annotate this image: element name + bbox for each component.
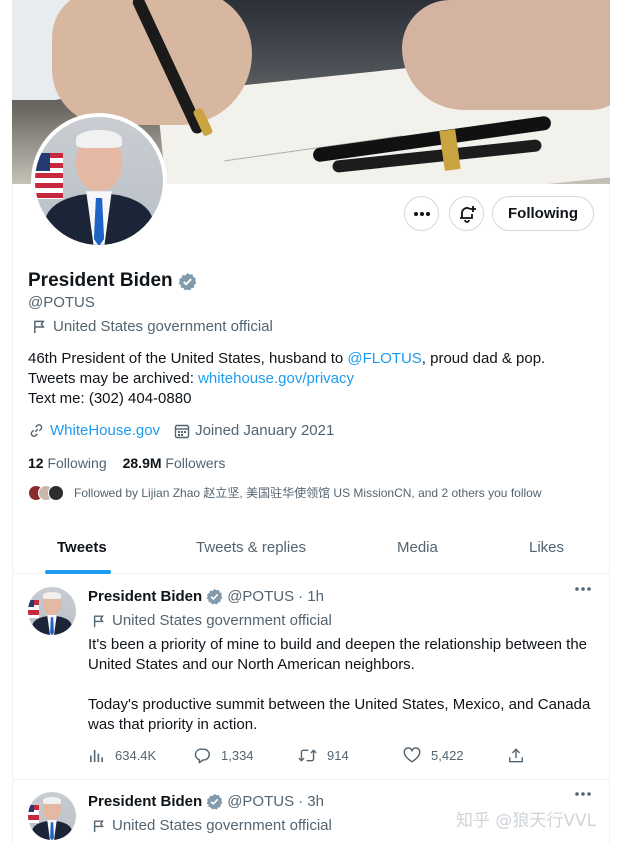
followed-by-text: Followed by Lijian Zhao 赵立坚, 美国驻华使领馆 US … [74,486,542,500]
joined-date: Joined January 2021 [195,422,335,439]
government-label-text: United States government official [53,318,273,335]
privacy-link[interactable]: whitehouse.gov/privacy [198,370,354,387]
tweet-author-handle[interactable]: @POTUS [227,588,294,605]
tab-tweets-replies[interactable]: Tweets & replies [196,520,306,574]
flag-icon [93,819,104,832]
profile-name-text: President Biden [28,270,173,291]
profile-handle: @POTUS [28,294,95,311]
notifications-bell-button[interactable] [449,196,484,231]
government-label[interactable]: United States government official [32,318,273,335]
tweet-more-button[interactable] [574,586,592,592]
tweet-avatar[interactable] [28,792,76,840]
verified-badge-icon [206,588,223,605]
profile-avatar[interactable] [31,113,167,249]
profile-tabs: Tweets Tweets & replies Media Likes [12,520,610,574]
share-icon [509,748,523,763]
tweet-text: It's been a priority of mine to build an… [88,635,600,735]
followed-by-row[interactable]: Followed by Lijian Zhao 赵立坚, 美国驻华使领馆 US … [28,484,542,501]
bio-text-3: Text me: (302) 404-0880 [28,390,192,407]
follow-stats: 12 Following 28.9M Followers [28,455,225,471]
tweet-government-label-text: United States government official [112,817,332,834]
bio-text-1b: , proud dad & pop. [421,350,546,367]
following-label: Following [47,455,107,471]
tweet-avatar[interactable] [28,587,76,635]
tweet-header: President Biden @POTUS · 1h [88,588,324,605]
followers-label: Followers [165,455,226,471]
profile-bio: 46th President of the United States, hus… [28,349,588,409]
bio-text-2: Tweets may be archived: [28,370,199,387]
following-count: 12 [28,455,44,471]
profile-name: President Biden [28,270,197,292]
following-button[interactable]: Following [492,196,594,231]
reply-icon [194,748,210,764]
tweet-author-name[interactable]: President Biden [88,588,202,605]
calendar-icon [174,424,190,438]
more-dots-icon [575,587,591,591]
tweet-actions: 634.4K 1,334 914 5,422 [88,747,548,764]
verified-badge-icon [206,793,223,810]
reply-button[interactable]: 1,334 [193,747,298,764]
bio-text-1: 46th President of the United States, hus… [28,350,348,367]
retweet-icon [298,749,317,762]
tweet-paragraph-2: Today's productive summit between the Un… [88,696,591,733]
tweet-author-name[interactable]: President Biden [88,793,202,810]
tweet-paragraph-1: It's been a priority of mine to build an… [88,636,588,673]
views-button[interactable]: 634.4K [88,747,193,764]
followers-you-know-avatars [28,484,64,501]
following-count-link[interactable]: 12 Following [28,455,107,471]
tweet-more-button[interactable] [574,791,592,797]
flag-icon [34,320,45,334]
views-count: 634.4K [115,748,157,763]
active-tab-indicator [45,570,111,574]
tweet-government-label-text: United States government official [112,612,332,629]
followers-count: 28.9M [122,455,162,471]
retweet-count: 914 [327,748,349,763]
bell-plus-icon [459,205,476,223]
tweet-government-label[interactable]: United States government official [92,817,332,834]
reply-count: 1,334 [221,748,254,763]
verified-badge-icon [178,272,196,290]
tab-likes[interactable]: Likes [529,520,564,574]
tweet-author-handle[interactable]: @POTUS [227,793,294,810]
like-count: 5,422 [431,748,464,763]
like-button[interactable]: 5,422 [403,747,508,764]
more-options-button[interactable] [404,196,439,231]
link-icon [30,424,43,437]
tweet-government-label[interactable]: United States government official [92,612,332,629]
profile-meta: WhiteHouse.gov Joined January 2021 [28,422,334,439]
tab-media[interactable]: Media [397,520,438,574]
tweet[interactable]: President Biden @POTUS · 1h United State… [12,575,610,780]
more-dots-icon [413,211,430,216]
tweet-timestamp[interactable]: · 3h [298,793,324,810]
tab-tweets[interactable]: Tweets [57,520,107,574]
flotus-mention-link[interactable]: @FLOTUS [347,350,421,367]
analytics-icon [90,749,103,763]
watermark: 知乎 @狼天行VVL [456,811,597,831]
heart-icon [403,747,421,763]
flag-icon [93,614,104,627]
tweet-header: President Biden @POTUS · 3h [88,793,324,810]
more-dots-icon [575,792,591,796]
retweet-button[interactable]: 914 [298,747,403,764]
followers-count-link[interactable]: 28.9M Followers [123,455,226,471]
share-button[interactable] [508,747,548,764]
website-link[interactable]: WhiteHouse.gov [50,422,160,439]
tweet-timestamp[interactable]: · 1h [298,588,324,605]
